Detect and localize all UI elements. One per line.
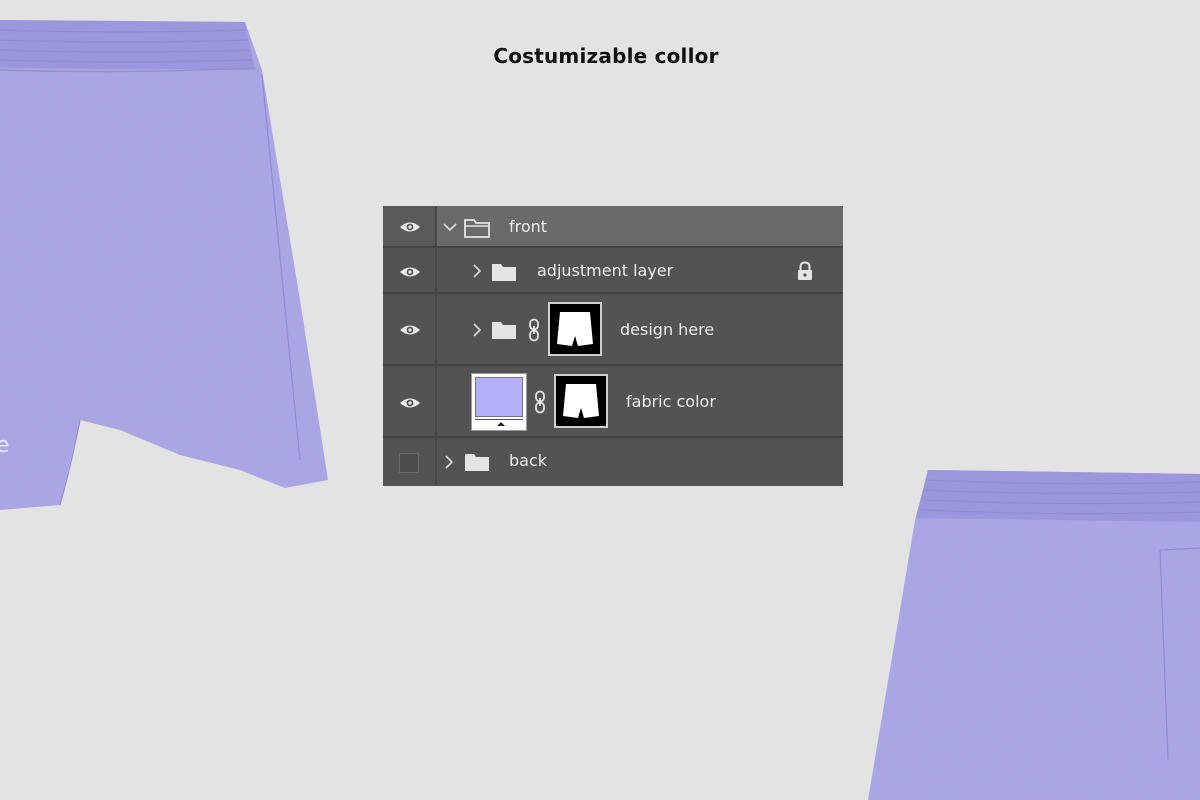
shorts-front-mockup: e (0, 0, 340, 520)
link-icon[interactable] (527, 318, 541, 342)
triangle-up-icon (497, 422, 505, 426)
folder-icon (492, 322, 516, 339)
layer-mask-thumbnail[interactable] (548, 302, 602, 356)
link-icon[interactable] (533, 390, 547, 414)
chevron-right-icon[interactable] (473, 264, 482, 278)
layer-name[interactable]: front (509, 217, 547, 236)
chevron-right-icon[interactable] (445, 455, 454, 469)
eye-icon[interactable] (399, 396, 421, 410)
layer-name[interactable]: fabric color (626, 392, 716, 411)
folder-open-icon (464, 219, 490, 238)
layer-name[interactable]: design here (620, 320, 714, 339)
color-swatch (475, 377, 523, 417)
eye-icon[interactable] (399, 220, 421, 234)
color-fill-thumbnail[interactable] (471, 373, 527, 431)
eye-icon[interactable] (399, 323, 421, 337)
layer-row-design-here[interactable]: design here (383, 294, 843, 366)
folder-icon (465, 454, 489, 471)
eye-icon[interactable] (399, 265, 421, 279)
folder-icon (492, 264, 516, 281)
chevron-down-icon[interactable] (443, 223, 457, 232)
layer-row-front[interactable]: front (383, 206, 843, 248)
svg-text:e: e (0, 433, 10, 458)
shorts-mask-shape (557, 312, 593, 346)
visibility-cell[interactable] (383, 206, 437, 246)
layer-mask-thumbnail[interactable] (554, 374, 608, 428)
layer-row-back[interactable]: back (383, 438, 843, 486)
layers-panel[interactable]: front adjustment layer design here fabri… (383, 206, 843, 486)
layer-row-adjustment-layer[interactable]: adjustment layer (383, 248, 843, 294)
shorts-mask-shape (563, 384, 599, 418)
visibility-off-box[interactable] (399, 453, 419, 473)
color-fill-bar (475, 419, 523, 427)
shorts-back-mockup (860, 460, 1200, 800)
chevron-right-icon[interactable] (473, 323, 482, 337)
visibility-cell[interactable] (383, 438, 437, 486)
layer-name[interactable]: adjustment layer (537, 261, 673, 280)
layer-row-fabric-color[interactable]: fabric color (383, 366, 843, 438)
layer-name[interactable]: back (509, 451, 547, 470)
lock-icon (798, 261, 812, 280)
visibility-cell[interactable] (383, 294, 437, 364)
visibility-cell[interactable] (383, 248, 437, 292)
visibility-cell[interactable] (383, 366, 437, 436)
